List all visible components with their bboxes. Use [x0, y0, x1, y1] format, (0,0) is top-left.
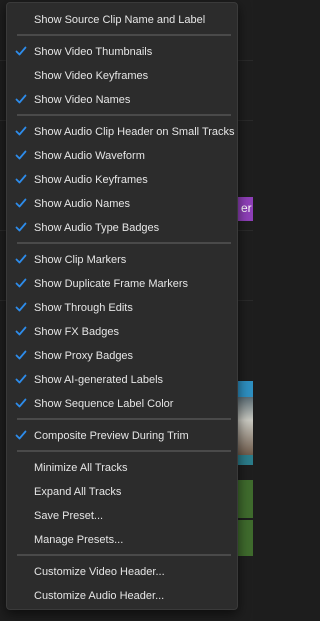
menu-item[interactable]: Expand All Tracks: [7, 481, 237, 503]
menu-item-label: Show Duplicate Frame Markers: [34, 278, 189, 290]
teal-clip[interactable]: [238, 455, 253, 465]
blue-clip-header[interactable]: [238, 381, 253, 397]
menu-item-label: Show Clip Markers: [34, 254, 127, 266]
menu-item-label: Show Video Names: [34, 94, 131, 106]
checkmark-icon: [15, 278, 27, 288]
menu-item[interactable]: Show Video Names: [7, 89, 237, 111]
menu-item-label: Show AI-generated Labels: [34, 374, 164, 386]
menu-item[interactable]: Customize Video Header...: [7, 561, 237, 583]
menu-item-label: Customize Video Header...: [34, 566, 165, 578]
audio-clip[interactable]: [238, 520, 253, 556]
menu-item[interactable]: Show Clip Markers: [7, 249, 237, 271]
menu-item[interactable]: Show Duplicate Frame Markers: [7, 273, 237, 295]
menu-item-label: Show Audio Keyframes: [34, 174, 148, 186]
checkmark-icon: [15, 126, 27, 136]
menu-item-label: Show Audio Clip Header on Small Tracks: [34, 126, 235, 138]
menu-item-label: Show Source Clip Name and Label: [34, 14, 206, 26]
menu-item-label: Show Video Thumbnails: [34, 46, 153, 58]
menu-item[interactable]: Show Video Keyframes: [7, 65, 237, 87]
menu-item-label: Save Preset...: [34, 510, 104, 522]
menu-item-label: Show Through Edits: [34, 302, 133, 314]
menu-item[interactable]: Manage Presets...: [7, 529, 237, 551]
checkmark-icon: [15, 254, 27, 264]
menu-item[interactable]: Customize Audio Header...: [7, 585, 237, 607]
menu-item[interactable]: Show Audio Waveform: [7, 145, 237, 167]
checkmark-icon: [15, 302, 27, 312]
menu-item-label: Minimize All Tracks: [34, 462, 128, 474]
menu-item-label: Show Audio Type Badges: [34, 222, 160, 234]
menu-item-label: Customize Audio Header...: [34, 590, 165, 602]
checkmark-icon: [15, 46, 27, 56]
menu-item-label: Manage Presets...: [34, 534, 124, 546]
menu-item-label: Show Proxy Badges: [34, 350, 134, 362]
menu-separator: [17, 34, 231, 36]
menu-item-label: Composite Preview During Trim: [34, 430, 189, 442]
menu-separator: [17, 114, 231, 116]
checkmark-icon: [15, 350, 27, 360]
menu-item[interactable]: Show Audio Keyframes: [7, 169, 237, 191]
checkmark-icon: [15, 326, 27, 336]
timeline-display-settings-menu: Show Source Clip Name and Label Show Vide…: [6, 2, 238, 610]
menu-item[interactable]: Show Sequence Label Color: [7, 393, 237, 415]
checkmark-icon: [15, 398, 27, 408]
menu-item[interactable]: Composite Preview During Trim: [7, 425, 237, 447]
menu-item[interactable]: Show Source Clip Name and Label: [7, 9, 237, 31]
checkmark-icon: [15, 430, 27, 440]
menu-item[interactable]: Show Through Edits: [7, 297, 237, 319]
menu-item[interactable]: Show Audio Names: [7, 193, 237, 215]
menu-item[interactable]: Show FX Badges: [7, 321, 237, 343]
menu-item[interactable]: Show Audio Clip Header on Small Tracks: [7, 121, 237, 143]
menu-item[interactable]: Minimize All Tracks: [7, 457, 237, 479]
menu-item[interactable]: Show Video Thumbnails: [7, 41, 237, 63]
checkmark-icon: [15, 222, 27, 232]
menu-item-label: Show Sequence Label Color: [34, 398, 174, 410]
menu-item-label: Expand All Tracks: [34, 486, 122, 498]
menu-separator: [17, 554, 231, 556]
menu-item[interactable]: Show Proxy Badges: [7, 345, 237, 367]
video-thumbnail-clip[interactable]: [238, 397, 253, 455]
clip-label-fragment: er: [241, 201, 252, 215]
menu-item-label: Show Audio Waveform: [34, 150, 145, 162]
audio-clip[interactable]: [238, 480, 253, 518]
checkmark-icon: [15, 94, 27, 104]
menu-separator: [17, 418, 231, 420]
menu-item[interactable]: Show AI-generated Labels: [7, 369, 237, 391]
menu-item-label: Show FX Badges: [34, 326, 119, 338]
checkmark-icon: [15, 374, 27, 384]
menu-item[interactable]: Save Preset...: [7, 505, 237, 527]
menu-item-label: Show Video Keyframes: [34, 70, 149, 82]
menu-separator: [17, 242, 231, 244]
menu-separator: [17, 450, 231, 452]
checkmark-icon: [15, 150, 27, 160]
checkmark-icon: [15, 198, 27, 208]
menu-item-label: Show Audio Names: [34, 198, 130, 210]
menu-item[interactable]: Show Audio Type Badges: [7, 217, 237, 239]
checkmark-icon: [15, 174, 27, 184]
